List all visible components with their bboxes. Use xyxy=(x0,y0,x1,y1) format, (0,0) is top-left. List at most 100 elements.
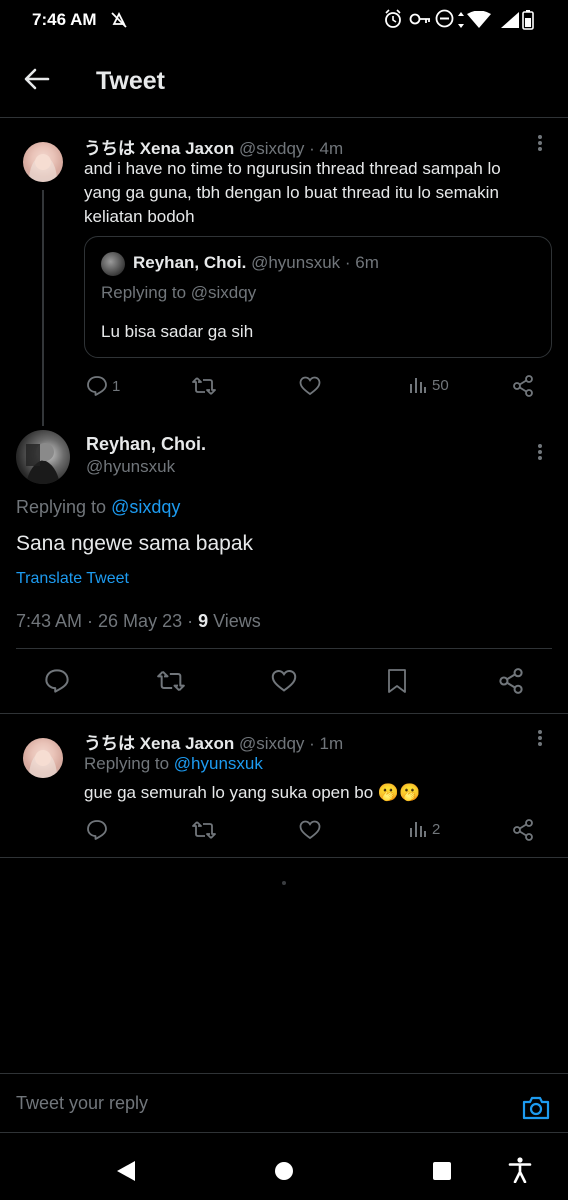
camera-button[interactable] xyxy=(522,1096,550,1125)
retweet-button[interactable] xyxy=(157,669,185,693)
retweet-icon xyxy=(192,377,216,395)
camera-icon xyxy=(522,1096,550,1120)
heart-icon xyxy=(299,820,321,840)
recents-nav-button[interactable] xyxy=(432,1161,452,1186)
system-navigation-bar xyxy=(0,1138,568,1200)
more-options-button[interactable] xyxy=(528,440,552,464)
more-vertical-icon xyxy=(538,444,542,460)
share-icon xyxy=(513,819,533,841)
quote-text: Lu bisa sadar ga sih xyxy=(101,322,254,341)
heart-icon xyxy=(299,376,321,396)
reply-icon xyxy=(87,820,107,840)
translate-tweet-link[interactable]: Translate Tweet xyxy=(16,570,129,588)
vpn-key-icon xyxy=(409,12,431,31)
share-button[interactable] xyxy=(498,668,524,694)
tweet-screen: 7:46 AM Tweet うちは Xena Jaxon @sixdqy · 4… xyxy=(0,0,568,1200)
back-nav-button[interactable] xyxy=(116,1160,136,1187)
replying-handle-link[interactable]: @hyunsxuk xyxy=(174,754,263,773)
tweet-time: · 4m xyxy=(309,139,344,158)
tweet-header: うちは Xena Jaxon @sixdqy · 4m xyxy=(84,134,343,159)
tweet-text-line: keliatan bodoh xyxy=(84,207,195,226)
more-vertical-icon xyxy=(538,135,542,151)
battery-icon xyxy=(522,10,534,35)
notification-muted-icon xyxy=(110,11,128,34)
tweet-time: · 1m xyxy=(309,734,344,753)
status-time: 7:46 AM xyxy=(32,10,97,29)
back-triangle-icon xyxy=(117,1161,135,1181)
thread-connector-line xyxy=(42,190,44,426)
display-name[interactable]: うちは Xena Jaxon xyxy=(84,139,234,158)
bookmark-button[interactable] xyxy=(386,668,408,694)
retweet-button[interactable] xyxy=(192,376,216,396)
tweet-text-line: and i have no time to ngurusin thread th… xyxy=(84,159,501,178)
timestamp-text: 7:43 AM · 26 May 23 · xyxy=(16,611,199,631)
more-vertical-icon xyxy=(538,730,542,746)
handle[interactable]: @sixdqy xyxy=(239,139,304,158)
signal-icon xyxy=(500,11,520,34)
loading-indicator xyxy=(282,881,286,885)
retweet-icon xyxy=(192,821,216,839)
like-button[interactable] xyxy=(271,669,297,693)
divider xyxy=(0,857,568,858)
retweet-button[interactable] xyxy=(192,820,216,840)
heart-icon xyxy=(271,669,297,692)
views-label[interactable]: Views xyxy=(208,611,261,631)
more-options-button[interactable] xyxy=(528,726,552,750)
like-button[interactable] xyxy=(299,820,321,840)
tweet-text: gue ga semurah lo yang suka open bo 🫢🫢 xyxy=(84,783,421,802)
reply-count: 1 xyxy=(112,377,121,395)
reply-button[interactable] xyxy=(44,668,70,694)
alarm-icon xyxy=(384,9,402,34)
display-name[interactable]: Reyhan, Choi. xyxy=(86,434,206,455)
quote-header: Reyhan, Choi. @hyunsxuk · 6m xyxy=(133,253,379,273)
share-button[interactable] xyxy=(512,819,534,841)
replying-label: Replying to xyxy=(84,754,170,773)
recents-square-icon xyxy=(433,1162,451,1180)
views-count[interactable]: 9 xyxy=(198,611,208,631)
back-button[interactable] xyxy=(20,62,54,96)
avatar xyxy=(101,252,125,276)
reply-composer xyxy=(0,1073,568,1133)
tweet-header: うちは Xena Jaxon @sixdqy · 1m xyxy=(84,729,343,754)
accessibility-button[interactable] xyxy=(508,1157,532,1188)
reply-input[interactable] xyxy=(16,1090,496,1116)
replying-handle-link[interactable]: @sixdqy xyxy=(111,497,180,517)
replying-to: Replying to @sixdqy xyxy=(101,283,257,302)
views-button[interactable]: 50 xyxy=(409,376,449,394)
back-arrow-icon xyxy=(24,68,50,90)
reply-button[interactable] xyxy=(86,819,108,841)
replying-label: Replying to xyxy=(16,497,107,517)
reply-icon xyxy=(45,669,69,693)
page-title: Tweet xyxy=(96,67,165,95)
replying-to: Replying to @hyunsxuk xyxy=(84,754,263,774)
tweet-time: · 6m xyxy=(344,253,379,272)
do-not-disturb-icon xyxy=(435,9,454,33)
home-nav-button[interactable] xyxy=(274,1161,294,1186)
share-button[interactable] xyxy=(512,375,534,397)
handle[interactable]: @sixdqy xyxy=(239,734,304,753)
reply-button[interactable]: 1 xyxy=(86,375,120,397)
top-app-bar: Tweet xyxy=(0,40,568,118)
tweet-text: and i have no time to ngurusin thread th… xyxy=(84,157,554,229)
reply-icon xyxy=(87,376,107,396)
avatar[interactable] xyxy=(16,430,70,484)
like-button[interactable] xyxy=(299,376,321,396)
analytics-icon xyxy=(410,378,426,393)
avatar[interactable] xyxy=(23,738,63,778)
divider xyxy=(0,713,568,714)
views-button[interactable]: 2 xyxy=(409,820,440,838)
accessibility-icon xyxy=(508,1157,532,1184)
quoted-tweet-card[interactable]: Reyhan, Choi. @hyunsxuk · 6m Replying to… xyxy=(84,236,552,358)
handle: @hyunsxuk xyxy=(251,253,341,272)
more-options-button[interactable] xyxy=(528,131,552,155)
tweet-text: Sana ngewe sama bapak xyxy=(16,532,253,555)
handle[interactable]: @hyunsxuk xyxy=(86,457,175,477)
replying-to: Replying to @sixdqy xyxy=(16,497,180,518)
share-icon xyxy=(513,375,533,397)
home-circle-icon xyxy=(275,1162,293,1180)
divider xyxy=(16,648,552,649)
analytics-icon xyxy=(410,822,426,837)
avatar[interactable] xyxy=(23,142,63,182)
display-name[interactable]: うちは Xena Jaxon xyxy=(84,734,234,753)
status-bar: 7:46 AM xyxy=(0,0,568,40)
